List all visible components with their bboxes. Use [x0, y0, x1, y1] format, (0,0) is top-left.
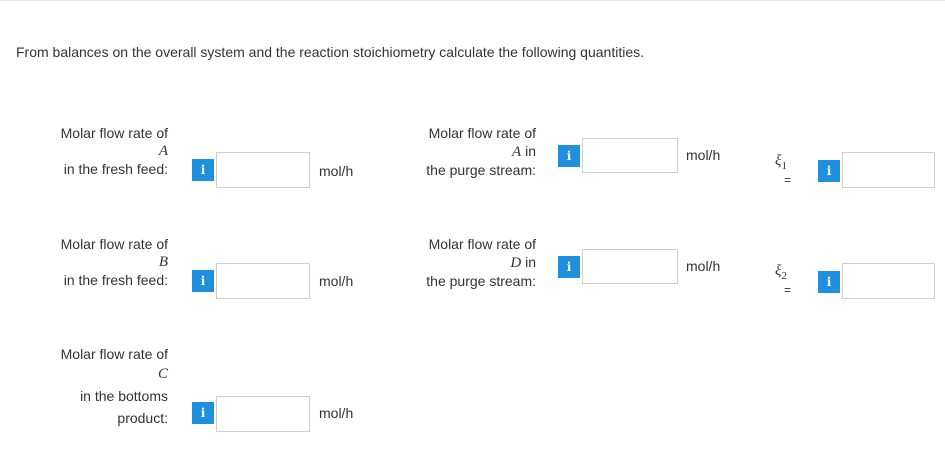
label-line: Molar flow rate of [60, 346, 168, 362]
label-a-fresh-feed: Molar flow rate of A in the fresh feed: [61, 124, 168, 178]
b-fresh-feed-input[interactable] [216, 263, 310, 299]
a-fresh-feed-input[interactable] [216, 152, 310, 188]
info-button[interactable]: i [558, 145, 580, 167]
label-line: in the fresh feed: [63, 161, 168, 177]
label-a-purge: Molar flow rate of A in the purge stream… [426, 124, 536, 179]
label-line: the purge stream: [426, 162, 536, 178]
unit-label: mol/h [686, 147, 721, 163]
label-c-bottoms: Molar flow rate of C in the bottoms prod… [61, 345, 168, 427]
label-line: the purge stream: [426, 273, 536, 289]
a-purge-input[interactable] [582, 138, 678, 173]
unit-label: mol/h [319, 163, 354, 179]
xi1-label: ξ1 [775, 153, 787, 172]
variable-symbol: A [158, 143, 168, 159]
label-b-fresh-feed: Molar flow rate of B in the fresh feed: [61, 235, 168, 289]
xi2-input[interactable] [842, 263, 935, 299]
info-button[interactable]: i [192, 159, 214, 181]
label-line: Molar flow rate of [428, 125, 536, 141]
info-button[interactable]: i [192, 402, 214, 424]
unit-label: mol/h [319, 273, 354, 289]
info-button[interactable]: i [818, 160, 840, 182]
label-line: Molar flow rate of [60, 236, 168, 252]
label-d-purge: Molar flow rate of D in the purge stream… [426, 235, 536, 290]
xi1-input[interactable] [842, 152, 935, 188]
variable-symbol: A [512, 144, 522, 160]
xi-subscript: 1 [781, 160, 787, 172]
variable-symbol: C [157, 366, 168, 382]
c-bottoms-input[interactable] [216, 396, 310, 432]
label-line: product: [117, 410, 168, 426]
label-line: Molar flow rate of [60, 125, 168, 141]
xi-subscript: 2 [781, 270, 787, 282]
d-purge-input[interactable] [582, 249, 678, 284]
label-line: in the bottoms [80, 388, 168, 404]
variable-symbol: B [158, 254, 168, 270]
info-button[interactable]: i [818, 271, 840, 293]
unit-label: mol/h [319, 405, 354, 421]
equals-sign: = [784, 283, 792, 297]
question-prompt: From balances on the overall system and … [16, 44, 644, 60]
equals-sign: = [784, 173, 792, 187]
variable-symbol: D [510, 255, 522, 271]
info-button[interactable]: i [192, 270, 214, 292]
xi2-label: ξ2 [775, 263, 787, 282]
label-line: in the fresh feed: [63, 272, 168, 288]
label-line: in [521, 254, 536, 270]
unit-label: mol/h [686, 258, 721, 274]
label-line: Molar flow rate of [428, 236, 536, 252]
label-line: in [521, 143, 536, 159]
info-button[interactable]: i [558, 256, 580, 278]
top-divider [0, 0, 945, 1]
